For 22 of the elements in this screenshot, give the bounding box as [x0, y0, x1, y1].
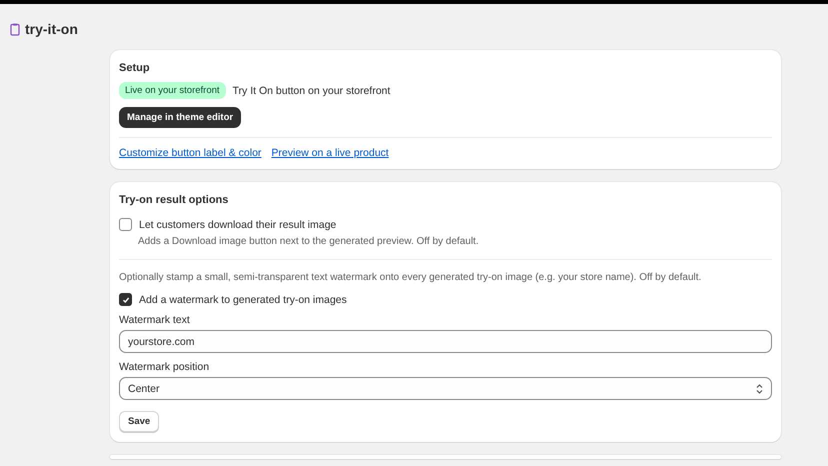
- theme-editor-button[interactable]: Manage in theme editor: [119, 107, 242, 128]
- watermark-text-field[interactable]: yourstore.com: [119, 330, 772, 353]
- field-label: Watermark text: [119, 314, 191, 326]
- checkbox[interactable]: [119, 218, 132, 231]
- description-text: Optionally stamp a small, semi-transparent text watermark onto every generated try-on image (e.g. your store name). Off by default.: [119, 272, 702, 283]
- card-title: Try-on result options: [119, 194, 230, 206]
- checkbox-label: Add a watermark to generated try-on images: [139, 294, 347, 306]
- save-button[interactable]: Save: [119, 411, 160, 432]
- chevron-icon: [756, 384, 763, 394]
- check-icon: [122, 296, 130, 304]
- status-text: Try It On button on your storefront: [232, 84, 390, 96]
- app-title: try-it-on: [25, 21, 78, 37]
- help-text: Adds a Download image button next to the generated preview. Off by default.: [138, 236, 480, 247]
- checkbox[interactable]: [119, 293, 132, 306]
- link[interactable]: Customize button label & color: [119, 147, 262, 159]
- clipboard-icon: [10, 22, 20, 36]
- status-badge: Live on your storefront: [119, 82, 226, 99]
- checkbox-label: Let customers download their result image: [139, 218, 336, 230]
- link[interactable]: Preview on a live product: [271, 147, 389, 159]
- card-title: Setup: [119, 62, 151, 74]
- field-label: Watermark position: [119, 361, 210, 373]
- position-select[interactable]: Center: [119, 377, 772, 400]
